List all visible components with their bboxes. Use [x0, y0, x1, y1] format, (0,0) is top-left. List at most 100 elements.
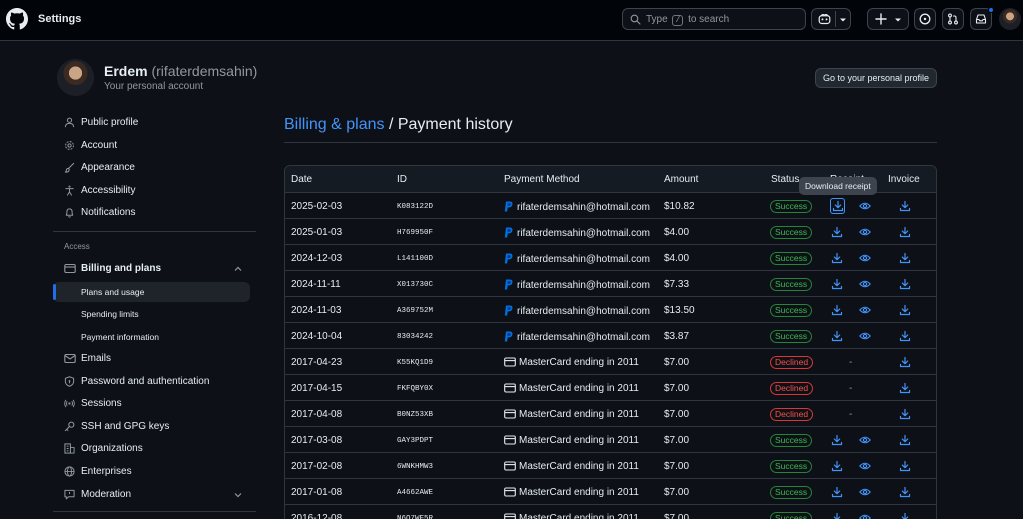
copilot-button[interactable] [811, 8, 851, 30]
view-receipt-icon[interactable] [858, 251, 872, 265]
download-invoice-icon[interactable] [898, 511, 912, 519]
download-receipt-icon[interactable] [830, 433, 844, 447]
cell-payment-method: MasterCard ending in 2011 [504, 487, 639, 498]
cell-payment-method: rifaterdemsahin@hotmail.com [504, 331, 650, 343]
search-input[interactable]: Type / to search [622, 8, 806, 30]
cell-date: 2025-01-03 [291, 227, 343, 238]
payment-history-table: Date ID Payment Method Amount Status Rec… [284, 165, 937, 519]
sidebar-item-public-profile[interactable]: Public profile [53, 113, 250, 133]
download-invoice-icon[interactable] [898, 355, 912, 369]
download-invoice-icon[interactable] [898, 199, 912, 213]
sidebar-item-accessibility[interactable]: Accessibility [53, 181, 250, 201]
app-title[interactable]: Settings [38, 13, 81, 25]
download-receipt-icon[interactable] [830, 329, 844, 343]
cell-transaction-id: B0NZ53XB [397, 411, 434, 419]
sidebar-item-payment-information[interactable]: Payment information [53, 327, 250, 347]
cell-transaction-id: A369752M [397, 307, 434, 315]
github-logo-icon[interactable] [6, 8, 28, 30]
create-new-button[interactable] [867, 8, 909, 30]
download-receipt-icon[interactable] [830, 251, 844, 265]
sidebar-item-password-and-authentication[interactable]: Password and authentication [53, 372, 250, 392]
report-icon [64, 489, 75, 500]
download-invoice-icon[interactable] [898, 251, 912, 265]
cell-payment-method: rifaterdemsahin@hotmail.com [504, 253, 650, 265]
view-receipt-icon[interactable] [858, 511, 872, 519]
sidebar-item-appearance[interactable]: Appearance [53, 158, 250, 178]
view-receipt-icon[interactable] [858, 485, 872, 499]
cell-transaction-id: GAY3PDPT [397, 437, 434, 445]
sidebar-item-billing-and-plans[interactable]: Billing and plans [53, 259, 250, 279]
sidebar-divider [53, 231, 256, 232]
paypal-icon [504, 227, 513, 238]
view-receipt-icon[interactable] [858, 433, 872, 447]
pull-requests-button[interactable] [942, 8, 964, 30]
personal-profile-button[interactable]: Go to your personal profile [815, 68, 937, 88]
sidebar-item-label: Accessibility [81, 185, 136, 196]
sidebar-item-sessions[interactable]: Sessions [53, 394, 250, 414]
sidebar-item-account[interactable]: Account [53, 136, 250, 156]
cell-date: 2017-04-15 [291, 383, 343, 394]
view-receipt-icon[interactable] [858, 303, 872, 317]
accessibility-icon [65, 185, 74, 196]
download-receipt-icon[interactable] [830, 277, 844, 291]
issues-button[interactable] [914, 8, 936, 30]
download-receipt-icon[interactable] [830, 485, 844, 499]
download-receipt-icon[interactable] [830, 303, 844, 317]
sidebar-item-ssh-and-gpg-keys[interactable]: SSH and GPG keys [53, 417, 250, 437]
download-receipt-icon[interactable] [830, 511, 844, 519]
sidebar-item-label: Sessions [81, 398, 122, 409]
view-receipt-icon[interactable] [858, 225, 872, 239]
sidebar-item-label: Emails [81, 353, 112, 364]
download-invoice-icon[interactable] [898, 225, 912, 239]
column-header-status: Status [771, 174, 800, 185]
cell-payment-method: MasterCard ending in 2011 [504, 409, 639, 420]
cell-date: 2016-12-08 [291, 513, 343, 519]
sidebar-item-plans-and-usage[interactable]: Plans and usage [53, 282, 250, 302]
sidebar-item-moderation[interactable]: Moderation [53, 485, 250, 505]
download-invoice-icon[interactable] [898, 381, 912, 395]
cell-transaction-id: L141100D [397, 255, 434, 263]
view-receipt-icon[interactable] [858, 459, 872, 473]
gear-icon [65, 141, 74, 150]
download-receipt-icon[interactable] [830, 225, 844, 239]
download-invoice-icon[interactable] [898, 329, 912, 343]
cell-amount: $4.00 [664, 227, 690, 238]
download-invoice-icon[interactable] [898, 277, 912, 291]
table-row: 2016-12-08 N6Q7WF5R MasterCard ending in 2… [285, 505, 936, 519]
view-receipt-icon[interactable] [858, 329, 872, 343]
download-invoice-icon[interactable] [898, 407, 912, 421]
download-invoice-icon[interactable] [898, 303, 912, 317]
sidebar-item-label: Notifications [81, 207, 136, 218]
download-invoice-icon[interactable] [898, 485, 912, 499]
user-avatar[interactable] [999, 8, 1021, 30]
sidebar-item-label: Account [81, 140, 118, 151]
view-receipt-icon[interactable] [858, 277, 872, 291]
cell-amount: $10.82 [664, 201, 695, 212]
cell-payment-method: rifaterdemsahin@hotmail.com [504, 305, 650, 317]
profile-avatar [57, 59, 94, 96]
sidebar-item-enterprises[interactable]: Enterprises [53, 462, 250, 482]
active-indicator [53, 284, 56, 300]
cell-date: 2025-02-03 [291, 201, 343, 212]
sidebar-item-organizations[interactable]: Organizations [53, 439, 250, 459]
chevron-down-icon [895, 18, 901, 22]
sidebar-item-notifications[interactable]: Notifications [53, 203, 250, 223]
table-row: 2025-01-03 H769950F rifaterdemsahin@hotmai… [285, 219, 936, 245]
sidebar-item-label: Moderation [81, 489, 132, 500]
download-invoice-icon[interactable] [898, 433, 912, 447]
cell-transaction-id: K083122D [397, 203, 434, 211]
cell-amount: $7.00 [664, 435, 690, 446]
breadcrumb-billing-link[interactable]: Billing & plans [284, 116, 385, 133]
title-divider [284, 142, 937, 143]
view-receipt-icon[interactable] [858, 199, 872, 213]
download-receipt-icon[interactable] [830, 459, 844, 473]
sidebar-item-label: Spending limits [81, 309, 139, 319]
sidebar-item-emails[interactable]: Emails [53, 349, 250, 369]
download-invoice-icon[interactable] [898, 459, 912, 473]
chevron-down-icon [840, 18, 846, 22]
download-receipt-icon[interactable] [830, 198, 845, 214]
sidebar-item-spending-limits[interactable]: Spending limits [53, 304, 250, 324]
status-badge: Success [770, 252, 813, 265]
slash-key: / [672, 15, 684, 26]
status-badge: Success [770, 226, 813, 239]
